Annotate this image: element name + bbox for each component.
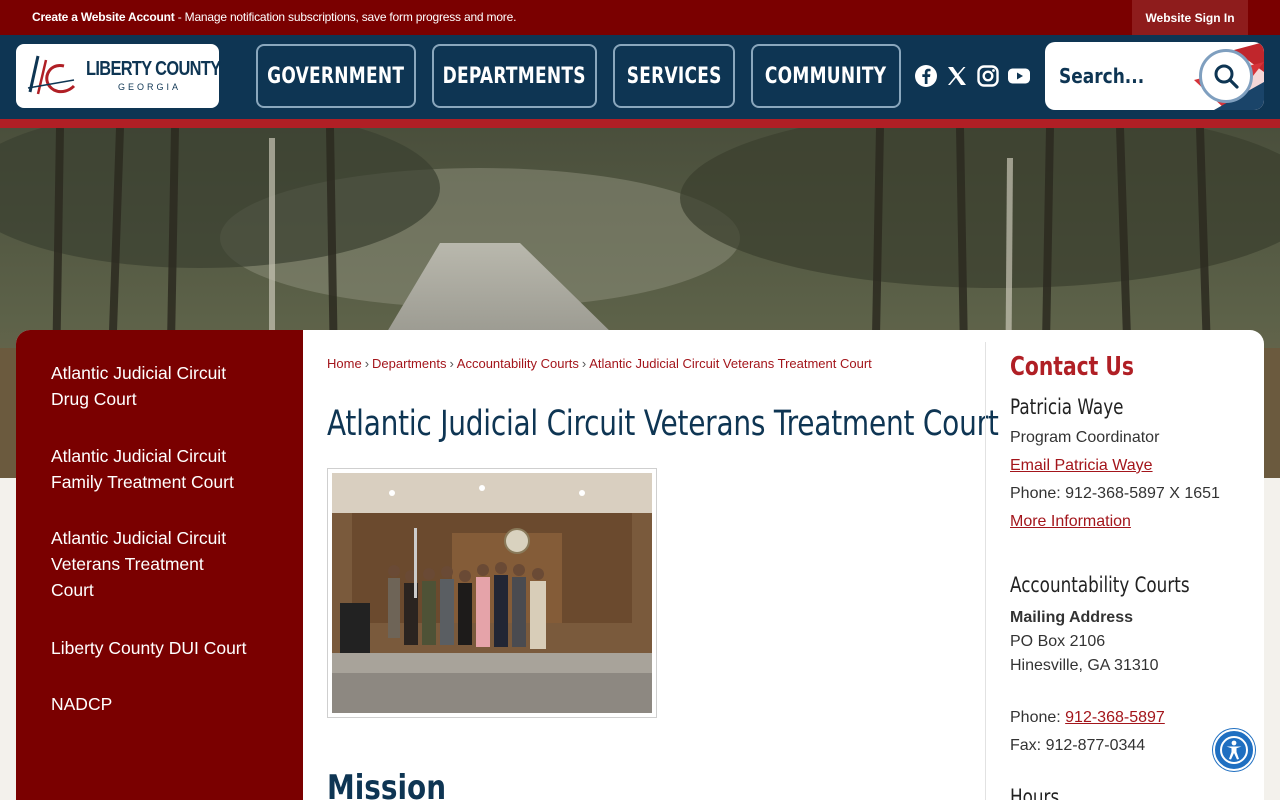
breadcrumb-separator: › [581,356,587,371]
fax-number: Fax: 912-877-0344 [1010,737,1146,754]
sidebar-nav: Atlantic Judicial Circuit Drug Court Atl… [16,330,303,800]
search-button[interactable] [1199,49,1253,103]
contact-role: Program Coordinator [1010,429,1160,446]
column-divider [985,342,986,800]
accountability-courts-heading: Accountability Courts [1010,573,1190,597]
nav-government-label: GOVERNMENT [267,63,405,89]
sidebar-item-veterans-treatment-court[interactable]: Atlantic Judicial Circuit Veterans Treat… [51,525,251,603]
create-account-link[interactable]: Create a Website Account [32,10,175,24]
search-icon [1214,64,1239,89]
nav-services[interactable]: SERVICES [613,44,735,108]
instagram-icon[interactable] [976,64,1000,88]
accessibility-button[interactable] [1213,729,1255,771]
search-box [1045,42,1264,110]
contact-phone: Phone: 912-368-5897 X 1651 [1010,485,1220,502]
mailing-address-label: Mailing Address [1010,609,1133,626]
nav-services-label: SERVICES [626,63,722,89]
breadcrumb-accountability-courts[interactable]: Accountability Courts [457,356,579,371]
sidebar-item-nadcp[interactable]: NADCP [51,691,251,717]
breadcrumb-departments[interactable]: Departments [372,356,446,371]
x-icon[interactable] [945,64,969,88]
more-information-link[interactable]: More Information [1010,513,1131,530]
contact-name: Patricia Waye [1010,395,1124,419]
accessibility-icon [1220,736,1248,764]
email-contact-link[interactable]: Email Patricia Waye [1010,457,1153,474]
breadcrumb-separator: › [449,356,454,371]
nav-community[interactable]: COMMUNITY [751,44,901,108]
logo-name: LIBERTY COUNTY [86,58,221,80]
phone-link[interactable]: 912-368-5897 [1065,709,1165,726]
liberty-county-logo[interactable]: LIBERTY COUNTY GEORGIA [16,44,221,108]
header-accent-stripe [0,119,1280,128]
main-content-panel: Atlantic Judicial Circuit Drug Court Atl… [16,330,1264,800]
phone-label: Phone: [1010,709,1066,726]
sidebar-item-family-treatment-court[interactable]: Atlantic Judicial Circuit Family Treatme… [51,443,251,495]
sidebar-item-dui-court[interactable]: Liberty County DUI Court [51,635,281,661]
nav-departments-label: DEPARTMENTS [442,63,587,89]
create-account-message: Create a Website Account - Manage notifi… [32,10,516,24]
nav-departments[interactable]: DEPARTMENTS [432,44,597,108]
website-sign-in-button[interactable]: Website Sign In [1132,0,1248,35]
top-utility-bar: Create a Website Account - Manage notifi… [0,0,1280,35]
courtroom-photo-image [332,473,652,713]
create-account-description: - Manage notification subscriptions, sav… [174,10,517,24]
courtroom-group-photo [327,468,657,718]
facebook-icon[interactable] [914,64,938,88]
nav-community-label: COMMUNITY [765,63,887,89]
page-title: Atlantic Judicial Circuit Veterans Treat… [327,404,999,444]
nav-government[interactable]: GOVERNMENT [256,44,416,108]
youtube-icon[interactable] [1007,64,1031,88]
city-state-zip: Hinesville, GA 31310 [1010,657,1159,674]
breadcrumb-home[interactable]: Home [327,356,362,371]
logo-subtitle: GEORGIA [118,82,182,92]
breadcrumb-current[interactable]: Atlantic Judicial Circuit Veterans Treat… [589,356,872,371]
breadcrumb: Home › Departments › Accountability Courts › A… [327,356,872,371]
hours-heading: Hours [1010,785,1060,800]
logo-mark-icon [27,55,76,95]
breadcrumb-separator: › [364,356,370,371]
search-input[interactable] [1059,60,1178,92]
mission-heading: Mission [327,768,447,800]
sidebar-item-drug-court[interactable]: Atlantic Judicial Circuit Drug Court [51,360,251,412]
po-box: PO Box 2106 [1010,633,1106,650]
contact-us-heading: Contact Us [1010,352,1134,382]
